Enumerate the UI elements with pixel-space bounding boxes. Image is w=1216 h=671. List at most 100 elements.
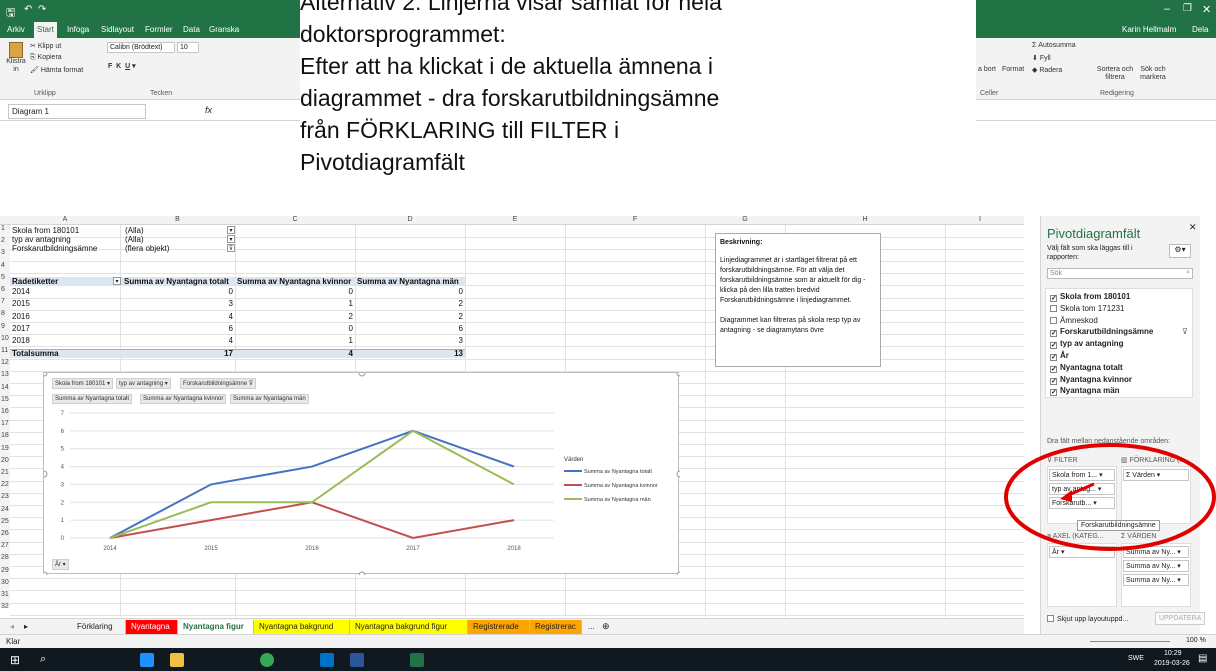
redo-icon[interactable]: ↷ bbox=[38, 4, 46, 15]
sheet-tab[interactable]: Registrerade bbox=[468, 620, 530, 634]
name-box[interactable]: Diagram 1 bbox=[8, 104, 146, 119]
more-sheets[interactable]: ... bbox=[588, 622, 595, 631]
row-number[interactable]: 5 bbox=[0, 274, 10, 281]
format-painter-button[interactable]: 🖌 Hämta format bbox=[30, 66, 83, 74]
row-number[interactable]: 1 bbox=[0, 225, 10, 232]
notification-icon[interactable]: ▤ bbox=[1198, 653, 1207, 664]
table-cell[interactable]: 1 bbox=[300, 299, 353, 308]
filter-funnel-icon[interactable]: ⊽ bbox=[227, 244, 235, 252]
description-textbox[interactable]: Beskrivning: Linjediagrammet är i startl… bbox=[715, 233, 881, 367]
scroll-right-icon[interactable]: ▸ bbox=[24, 622, 28, 631]
defer-update-checkbox[interactable]: Skjut upp layoutuppd... bbox=[1047, 615, 1128, 623]
chrome-icon[interactable] bbox=[260, 653, 274, 667]
row-number[interactable]: 4 bbox=[0, 262, 10, 269]
table-cell[interactable]: 6 bbox=[410, 324, 463, 333]
sheet-tab[interactable]: Registrerac bbox=[530, 620, 582, 634]
filter-field-chip[interactable]: Forskarutb... ▾ bbox=[1049, 497, 1115, 509]
table-cell[interactable]: 3 bbox=[410, 336, 463, 345]
row-number[interactable]: 3 bbox=[0, 249, 10, 256]
filter-value[interactable]: (flera objekt) bbox=[125, 244, 169, 253]
tab-granska[interactable]: Granska bbox=[206, 24, 242, 35]
row-label[interactable]: 2016 bbox=[12, 312, 30, 321]
restore-icon[interactable]: ❐ bbox=[1183, 3, 1192, 14]
row-number[interactable]: 19 bbox=[0, 445, 10, 452]
table-cell[interactable]: 6 bbox=[180, 324, 233, 333]
sheet-tab[interactable]: Nyantagna bbox=[126, 620, 178, 634]
field-checkbox[interactable]: ✓ Skola from 180101 bbox=[1050, 292, 1130, 302]
table-cell[interactable]: 0 bbox=[410, 287, 463, 296]
col-g[interactable]: G bbox=[705, 216, 785, 223]
pane-close-icon[interactable]: ✕ bbox=[1189, 222, 1197, 233]
total-value[interactable]: 4 bbox=[300, 349, 353, 358]
row-number[interactable]: 20 bbox=[0, 457, 10, 464]
filter-label[interactable]: Forskarutbildningsämne bbox=[12, 244, 97, 253]
row-number[interactable]: 28 bbox=[0, 554, 10, 561]
tab-sidlayout[interactable]: Sidlayout bbox=[98, 24, 137, 35]
row-number[interactable]: 23 bbox=[0, 493, 10, 500]
tab-start[interactable]: Start bbox=[34, 22, 57, 38]
row-label[interactable]: 2015 bbox=[12, 299, 30, 308]
row-filter-dropdown-icon[interactable]: ▾ bbox=[113, 277, 121, 285]
row-number[interactable]: 14 bbox=[0, 384, 10, 391]
row-number[interactable]: 18 bbox=[0, 432, 10, 439]
copy-button[interactable]: ⎘ Kopiera bbox=[30, 54, 62, 62]
row-number[interactable]: 32 bbox=[0, 603, 10, 610]
field-checkbox[interactable]: ✓ typ av antagning bbox=[1050, 339, 1124, 350]
paste-button[interactable]: Klistra in bbox=[3, 42, 29, 74]
filter-value[interactable]: (Alla) bbox=[125, 235, 144, 244]
col-b[interactable]: B bbox=[120, 216, 235, 223]
legend-field-chip[interactable]: Σ Värden ▾ bbox=[1123, 469, 1189, 481]
table-header[interactable]: Radetiketter bbox=[12, 277, 58, 286]
row-number[interactable]: 6 bbox=[0, 286, 10, 293]
row-number[interactable]: 27 bbox=[0, 542, 10, 549]
word-icon[interactable] bbox=[350, 653, 364, 667]
row-number[interactable]: 22 bbox=[0, 481, 10, 488]
row-number[interactable]: 15 bbox=[0, 396, 10, 403]
row-number[interactable]: 7 bbox=[0, 298, 10, 305]
row-label[interactable]: 2017 bbox=[12, 324, 30, 333]
update-button[interactable]: UPPDATERA bbox=[1155, 612, 1206, 625]
table-cell[interactable]: 1 bbox=[300, 336, 353, 345]
format-buttons[interactable]: F K U ▾ bbox=[108, 62, 136, 70]
sheet-tab[interactable]: Nyantagna bakgrund bbox=[254, 620, 350, 634]
row-number[interactable]: 30 bbox=[0, 579, 10, 586]
row-number[interactable]: 29 bbox=[0, 567, 10, 574]
filter-dropdown-icon[interactable]: ▾ bbox=[227, 235, 235, 243]
sheet-tab[interactable]: Förklaring bbox=[72, 620, 126, 634]
format-cells-button[interactable]: Format bbox=[1002, 66, 1024, 73]
search-icon[interactable]: ⌕ bbox=[40, 653, 46, 666]
row-number[interactable]: 16 bbox=[0, 408, 10, 415]
pivot-chart[interactable]: Skola from 180101 ▾ typ av antagning ▾ F… bbox=[43, 372, 680, 575]
col-a[interactable]: A bbox=[10, 216, 120, 223]
col-d[interactable]: D bbox=[355, 216, 465, 223]
filter-dropdown-icon[interactable]: ▾ bbox=[227, 226, 235, 234]
field-search-input[interactable]: Sök ⌕ bbox=[1047, 268, 1193, 279]
sheet-tab[interactable]: Nyantagna figur bbox=[178, 620, 254, 634]
font-size-select[interactable]: 10 bbox=[177, 42, 199, 53]
field-checkbox[interactable]: ✓ Nyantagna män bbox=[1050, 386, 1120, 397]
outlook-icon[interactable] bbox=[320, 653, 334, 667]
field-filter-icon[interactable]: ⊽ bbox=[1182, 327, 1188, 336]
field-checkbox[interactable]: ✓ Forskarutbildningsämne bbox=[1050, 327, 1153, 338]
minimize-icon[interactable]: – bbox=[1164, 3, 1170, 15]
fill-button[interactable]: ⬇ Fyll bbox=[1032, 54, 1051, 62]
axis-field-chip[interactable]: År ▾ bbox=[1049, 546, 1115, 558]
cut-button[interactable]: ✂ Klipp ut bbox=[30, 42, 61, 50]
row-number[interactable]: 31 bbox=[0, 591, 10, 598]
filter-value[interactable]: (Alla) bbox=[125, 226, 144, 235]
row-number[interactable]: 10 bbox=[0, 335, 10, 342]
field-checkbox[interactable]: ✓ År bbox=[1050, 351, 1069, 361]
undo-icon[interactable]: ↶ bbox=[24, 4, 32, 15]
table-header[interactable]: Summa av Nyantagna totalt bbox=[124, 277, 229, 286]
table-cell[interactable]: 2 bbox=[410, 299, 463, 308]
filter-field-chip[interactable]: Skola from 1... ▾ bbox=[1049, 469, 1115, 481]
field-checkbox[interactable]: ✓ Nyantagna kvinnor bbox=[1050, 375, 1132, 385]
clock-date[interactable]: 2019-03-26 bbox=[1154, 660, 1190, 667]
delete-cells-button[interactable]: a bort bbox=[978, 66, 996, 73]
table-header[interactable]: Summa av Nyantagna kvinnor bbox=[237, 277, 351, 286]
tab-arkiv[interactable]: Arkiv bbox=[4, 24, 28, 35]
values-field-chip[interactable]: Summa av Ny... ▾ bbox=[1123, 560, 1189, 572]
col-h[interactable]: H bbox=[785, 216, 945, 223]
windows-start-icon[interactable]: ⊞ bbox=[10, 653, 20, 667]
sheet-tab[interactable]: Nyantagna bakgrund figur bbox=[350, 620, 468, 634]
